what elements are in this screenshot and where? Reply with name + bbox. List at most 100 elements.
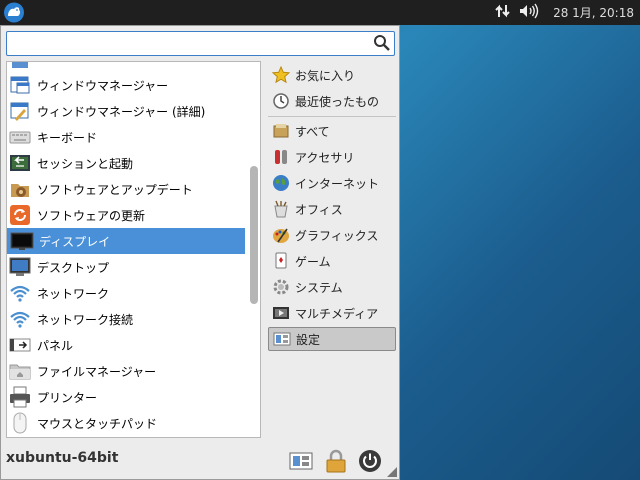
category-recent[interactable]: 最近使ったもの — [268, 89, 396, 113]
category-label: ゲーム — [295, 254, 331, 269]
printer-icon — [10, 386, 30, 408]
list-item[interactable] — [7, 436, 245, 437]
partial-icon — [12, 62, 28, 68]
keyboard-icon — [9, 131, 31, 144]
app-label: プリンター — [37, 390, 98, 405]
search-box[interactable] — [6, 31, 395, 56]
lock-icon — [326, 449, 346, 473]
app-label: セッションと起動 — [37, 156, 134, 171]
app-item-network-connections[interactable]: ネットワーク接続 — [7, 306, 245, 332]
list-scrollbar[interactable] — [248, 62, 260, 437]
category-games[interactable]: ゲーム — [268, 249, 396, 273]
lock-screen-button[interactable] — [323, 448, 349, 474]
search-icon — [374, 35, 390, 51]
list-item[interactable] — [7, 62, 245, 72]
category-label: マルチメディア — [295, 306, 379, 321]
category-settings[interactable]: 設定 — [268, 327, 396, 351]
app-item-software-update[interactable]: ソフトウェアの更新 — [7, 202, 245, 228]
app-item-file-manager[interactable]: ファイルマネージャー — [7, 358, 245, 384]
username-label: xubuntu-64bit — [6, 450, 119, 466]
app-label: キーボード — [37, 130, 98, 145]
graphics-icon — [273, 228, 289, 243]
category-system[interactable]: システム — [268, 275, 396, 299]
app-item-desktop[interactable]: デスクトップ — [7, 254, 245, 280]
app-label: ファイルマネージャー — [37, 364, 157, 379]
app-item-session[interactable]: セッションと起動 — [7, 150, 245, 176]
app-label: ウィンドウマネージャー — [37, 78, 169, 93]
display-icon — [10, 232, 34, 250]
category-multimedia[interactable]: マルチメディア — [268, 301, 396, 325]
category-label: 設定 — [296, 332, 321, 347]
app-item-panel[interactable]: パネル — [7, 332, 245, 358]
window-manager-tweaks-icon — [10, 102, 29, 121]
app-item-printer[interactable]: プリンター — [7, 384, 245, 410]
top-panel: 28 1月, 20:18 — [0, 0, 640, 25]
app-item-software-sources[interactable]: ソフトウェアとアップデート — [7, 176, 245, 202]
xfce-menu-button[interactable] — [2, 1, 26, 24]
category-separator — [268, 116, 396, 117]
mouse-icon — [13, 412, 27, 434]
application-list[interactable]: ウィンドウマネージャー ウィンドウマネージャー (詳細) キーボード セッション… — [6, 61, 261, 438]
app-label: マウスとタッチパッド — [37, 416, 158, 431]
app-label: ウィンドウマネージャー (詳細) — [37, 104, 206, 119]
category-label: アクセサリ — [295, 150, 355, 165]
wifi-icon — [10, 311, 30, 328]
multimedia-icon — [273, 307, 289, 319]
resize-grip-icon[interactable] — [387, 467, 397, 477]
clock[interactable]: 28 1月, 20:18 — [553, 4, 634, 21]
log-out-button[interactable] — [357, 448, 383, 474]
whisker-menu: ウィンドウマネージャー ウィンドウマネージャー (詳細) キーボード セッション… — [0, 25, 400, 480]
volume-icon[interactable] — [519, 3, 539, 22]
app-item-mouse[interactable]: マウスとタッチパッド — [7, 410, 245, 436]
app-label: デスクトップ — [37, 260, 110, 275]
category-favorites[interactable]: お気に入り — [268, 63, 396, 87]
window-manager-icon — [10, 76, 30, 94]
category-graphics[interactable]: グラフィックス — [268, 223, 396, 247]
app-label: ネットワーク — [37, 286, 110, 301]
category-label: インターネット — [295, 176, 380, 191]
app-label: ソフトウェアの更新 — [37, 208, 146, 223]
power-icon — [359, 450, 381, 472]
app-item-window-manager[interactable]: ウィンドウマネージャー — [7, 72, 245, 98]
category-label: グラフィックス — [295, 228, 379, 243]
category-label: 最近使ったもの — [295, 94, 380, 109]
recent-icon — [273, 93, 289, 109]
category-office[interactable]: オフィス — [268, 197, 396, 221]
system-icon — [273, 279, 289, 295]
session-icon — [10, 155, 30, 171]
xfce-logo-icon — [4, 2, 24, 23]
app-label: ネットワーク接続 — [37, 312, 134, 327]
desktop-icon — [9, 257, 31, 276]
app-item-display[interactable]: ディスプレイ — [7, 228, 245, 254]
wifi-icon — [10, 285, 30, 302]
accessories-icon — [275, 150, 287, 164]
category-label: すべて — [295, 124, 330, 139]
search-input[interactable] — [10, 34, 370, 53]
internet-icon — [273, 175, 289, 191]
category-all[interactable]: すべて — [268, 119, 396, 143]
category-label: お気に入り — [295, 68, 356, 83]
software-update-icon — [10, 205, 30, 225]
app-item-network[interactable]: ネットワーク — [7, 280, 245, 306]
panel-tray: 28 1月, 20:18 — [495, 0, 634, 25]
category-accessories[interactable]: アクセサリ — [268, 145, 396, 169]
network-icon[interactable] — [495, 3, 511, 22]
settings-manager-icon — [289, 452, 313, 470]
file-manager-icon — [9, 364, 31, 380]
all-apps-icon — [273, 124, 289, 138]
games-icon — [275, 252, 287, 269]
scrollbar-thumb[interactable] — [250, 166, 258, 304]
app-item-keyboard[interactable]: キーボード — [7, 124, 245, 150]
app-label: ディスプレイ — [39, 234, 111, 249]
app-label: パネル — [37, 338, 74, 353]
office-icon — [274, 200, 288, 218]
panel-icon — [9, 338, 31, 352]
settings-icon — [273, 332, 291, 346]
app-item-window-manager-tweaks[interactable]: ウィンドウマネージャー (詳細) — [7, 98, 245, 124]
category-label: システム — [295, 280, 343, 295]
star-icon — [272, 66, 290, 84]
category-internet[interactable]: インターネット — [268, 171, 396, 195]
software-sources-icon — [11, 184, 29, 197]
settings-manager-button[interactable] — [288, 448, 314, 474]
app-label: ソフトウェアとアップデート — [37, 182, 193, 197]
